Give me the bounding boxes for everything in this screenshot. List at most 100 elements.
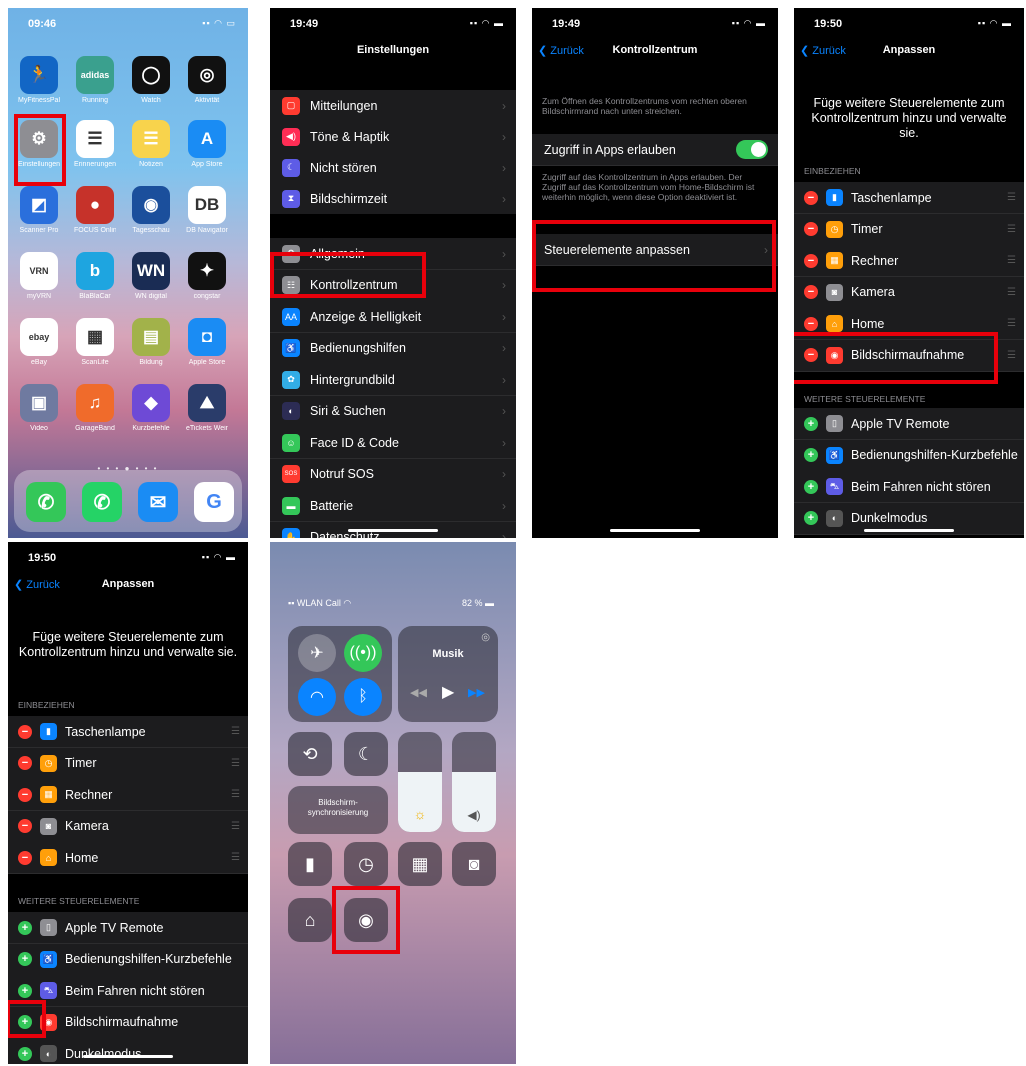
remove-button[interactable]: − — [804, 222, 818, 236]
reorder-handle-icon[interactable]: ☰ — [231, 821, 240, 832]
airplay-icon[interactable]: ◎ — [481, 632, 490, 643]
add-button[interactable]: + — [804, 511, 818, 525]
settings-row-face-id[interactable]: ☺ Face ID & Code › — [270, 427, 516, 459]
mail-icon[interactable]: ✉ — [138, 482, 178, 522]
reorder-handle-icon[interactable]: ☰ — [1007, 287, 1016, 298]
reorder-handle-icon[interactable]: ☰ — [1007, 350, 1016, 361]
reorder-handle-icon[interactable]: ☰ — [1007, 192, 1016, 203]
add-button[interactable]: + — [18, 1015, 32, 1029]
app-gear[interactable]: ⚙ Einstellungen — [18, 120, 60, 168]
app-reminders[interactable]: ☰ Erinnerungen — [74, 120, 116, 168]
do-not-disturb-button[interactable]: ☾ — [344, 732, 388, 776]
settings-row-accessibility[interactable]: ♿ Bedienungshilfen › — [270, 332, 516, 365]
remove-button[interactable]: − — [804, 253, 818, 268]
add-button[interactable]: + — [18, 952, 32, 966]
home-indicator[interactable] — [864, 529, 954, 532]
airplane-mode-button[interactable]: ✈ — [298, 634, 336, 672]
app-tagesschau[interactable]: ◉ Tagesschau — [130, 186, 172, 234]
reorder-handle-icon[interactable]: ☰ — [1007, 318, 1016, 329]
settings-row-sos[interactable]: SOS Notruf SOS › — [270, 458, 516, 491]
reorder-handle-icon[interactable]: ☰ — [1007, 255, 1016, 266]
wifi-button[interactable]: ◠ — [298, 678, 336, 716]
reorder-handle-icon[interactable]: ☰ — [231, 789, 240, 800]
flashlight-button[interactable]: ▮ — [288, 842, 332, 886]
remove-button[interactable]: − — [804, 316, 818, 331]
bluetooth-button[interactable]: ᛒ — [344, 678, 382, 716]
cellular-data-button[interactable]: ((•)) — [344, 634, 382, 672]
camera-button[interactable]: ◙ — [452, 842, 496, 886]
settings-row-control-center[interactable]: ☷ Kontrollzentrum › — [270, 269, 516, 302]
control-row-label: Rechner — [65, 787, 113, 802]
app-activity-rings[interactable]: ◎ Aktivität — [186, 56, 228, 104]
screen-record-button[interactable]: ◉ — [344, 898, 388, 942]
timer-button[interactable]: ◷ — [344, 842, 388, 886]
settings-row-display[interactable]: AA Anzeige & Helligkeit › — [270, 301, 516, 333]
settings-row-wallpaper[interactable]: ✿ Hintergrundbild › — [270, 364, 516, 396]
calculator-button[interactable]: ▦ — [398, 842, 442, 886]
app-congstar[interactable]: ✦ congstar — [186, 252, 228, 300]
forward-icon[interactable]: ▶▶ — [468, 686, 485, 699]
home-indicator[interactable] — [348, 529, 438, 532]
app-guitar[interactable]: ♫ GarageBand — [74, 384, 116, 432]
remove-button[interactable]: − — [18, 850, 32, 865]
app-video-folder[interactable]: ▣ Video — [18, 384, 60, 432]
home-indicator[interactable] — [610, 529, 700, 532]
play-icon[interactable]: ▶ — [442, 682, 454, 702]
settings-row-battery[interactable]: ▬ Batterie › — [270, 490, 516, 522]
reorder-handle-icon[interactable]: ☰ — [231, 852, 240, 863]
google-icon[interactable]: G — [194, 482, 234, 522]
add-button[interactable]: + — [804, 448, 818, 462]
app-shortcuts[interactable]: ◆ Kurzbefehle — [130, 384, 172, 432]
screen-mirroring-button[interactable]: Bildschirm-synchronisierung — [288, 786, 388, 834]
settings-row-notifications[interactable]: ▢ Mitteilungen › — [270, 90, 516, 122]
remove-button[interactable]: − — [804, 285, 818, 299]
settings-row-moon[interactable]: ☾ Nicht stören › — [270, 152, 516, 184]
home-button[interactable]: ⌂ — [288, 898, 332, 942]
app-vrn[interactable]: VRN myVRN — [18, 252, 60, 300]
rewind-icon[interactable]: ◀◀ — [410, 686, 427, 699]
app-ebay[interactable]: ebay eBay — [18, 318, 60, 366]
app-mountain[interactable]: ⛰ eTickets Weinh... — [186, 384, 228, 432]
remove-button[interactable]: − — [18, 819, 32, 833]
reorder-handle-icon[interactable]: ☰ — [1007, 224, 1016, 235]
remove-button[interactable]: − — [804, 348, 818, 362]
add-button[interactable]: + — [18, 1046, 32, 1061]
settings-row-siri[interactable]: ◐ Siri & Suchen › — [270, 395, 516, 428]
folder-icon: ▤ — [132, 318, 170, 356]
reorder-handle-icon[interactable]: ☰ — [231, 726, 240, 737]
rotation-lock-button[interactable]: ⟲ — [288, 732, 332, 776]
reorder-handle-icon[interactable]: ☰ — [231, 758, 240, 769]
phone-icon[interactable]: ✆ — [26, 482, 66, 522]
remove-button[interactable]: − — [18, 787, 32, 802]
add-button[interactable]: + — [18, 920, 32, 935]
app-adidas[interactable]: adidas Running — [74, 56, 116, 104]
remove-button[interactable]: − — [804, 190, 818, 205]
app-apple-store[interactable]: ◘ Apple Store — [186, 318, 228, 366]
settings-row-gear[interactable]: ⚙ Allgemein › — [270, 238, 516, 270]
add-button[interactable]: + — [804, 416, 818, 431]
remove-button[interactable]: − — [18, 756, 32, 770]
home-indicator[interactable] — [83, 1055, 173, 1058]
app-blablacar[interactable]: b BlaBlaCar — [74, 252, 116, 300]
app-notes[interactable]: ☰ Notizen — [130, 120, 172, 168]
settings-row-sound[interactable]: ◀) Töne & Haptik › — [270, 121, 516, 153]
settings-row-hourglass[interactable]: ⧗ Bildschirmzeit › — [270, 183, 516, 215]
app-app-store[interactable]: A App Store — [186, 120, 228, 168]
camera-icon: ◙ — [468, 853, 480, 874]
add-button[interactable]: + — [804, 479, 818, 494]
app-figure[interactable]: 🏃 MyFitnessPal — [18, 56, 60, 104]
customize-controls-row[interactable]: Steuerelemente anpassen › — [532, 234, 778, 266]
app-db[interactable]: DB DB Navigator — [186, 186, 228, 234]
app-folder[interactable]: ▤ Bildung — [130, 318, 172, 366]
app-globe[interactable]: ● FOCUS Online — [74, 186, 116, 234]
remove-button[interactable]: − — [18, 724, 32, 739]
add-button[interactable]: + — [18, 983, 32, 998]
allow-in-apps-toggle[interactable] — [736, 140, 768, 159]
app-qr[interactable]: ▦ ScanLife — [74, 318, 116, 366]
volume-slider[interactable]: ◀) — [452, 732, 496, 832]
app-watch[interactable]: ◯ Watch — [130, 56, 172, 104]
app-wn[interactable]: WN WN digital — [130, 252, 172, 300]
brightness-slider[interactable]: ☼ — [398, 732, 442, 832]
whatsapp-icon[interactable]: ✆ — [82, 482, 122, 522]
app-scanner[interactable]: ◩ Scanner Pro — [18, 186, 60, 234]
